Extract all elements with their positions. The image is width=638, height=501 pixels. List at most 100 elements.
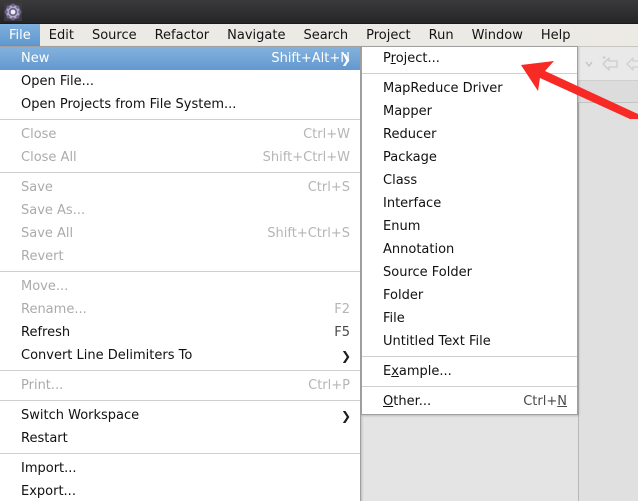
submenu-chevron-icon: ❯	[340, 408, 351, 423]
menu-item-label: Other...	[383, 394, 432, 409]
menu-item-shortcut: Shift+Ctrl+S	[267, 226, 350, 241]
gear-icon	[4, 3, 22, 21]
menubar-item-source[interactable]: Source	[83, 24, 146, 46]
eclipse-window: File Edit Source Refactor Navigate Search Proj…	[0, 0, 638, 501]
new-submenu-item-mapreduce-driver[interactable]: MapReduce Driver	[362, 77, 577, 100]
menu-item-label: Save As...	[21, 203, 86, 218]
file-menu-item-save: Save Ctrl+S	[0, 176, 360, 199]
file-menu-item-save-all: Save All Shift+Ctrl+S	[0, 222, 360, 245]
new-submenu-popup: Project... MapReduce Driver Mapper Reducer P…	[361, 46, 578, 415]
new-submenu-item-example[interactable]: Example...	[362, 360, 577, 383]
menu-item-label: Import...	[21, 461, 77, 476]
menu-item-label: Save	[21, 180, 53, 195]
new-submenu-item-package[interactable]: Package	[362, 146, 577, 169]
menu-item-label: Annotation	[383, 242, 455, 257]
menu-item-label: Convert Line Delimiters To	[21, 348, 193, 363]
menu-item-label: Open File...	[21, 74, 95, 89]
file-menu-item-convert-line-delimiters-to[interactable]: Convert Line Delimiters To ❯	[0, 344, 360, 367]
file-menu-item-print: Print... Ctrl+P	[0, 374, 360, 397]
menu-item-label: Rename...	[21, 302, 87, 317]
new-submenu-item-class[interactable]: Class	[362, 169, 577, 192]
menu-item-shortcut: Ctrl+N	[523, 394, 567, 409]
new-submenu-item-project[interactable]: Project...	[362, 47, 577, 70]
menubar-item-run[interactable]: Run	[420, 24, 463, 46]
menu-item-label: Move...	[21, 279, 69, 294]
new-submenu-item-enum[interactable]: Enum	[362, 215, 577, 238]
menu-separator	[0, 370, 360, 371]
menu-item-label: Switch Workspace	[21, 408, 140, 423]
menubar-item-navigate[interactable]: Navigate	[218, 24, 294, 46]
new-submenu-item-other[interactable]: Other... Ctrl+N	[362, 390, 577, 413]
file-menu-item-move: Move...	[0, 275, 360, 298]
file-menu-item-export[interactable]: Export...	[0, 480, 360, 501]
editor-area	[578, 81, 638, 501]
new-submenu-item-file[interactable]: File	[362, 307, 577, 330]
new-submenu-item-folder[interactable]: Folder	[362, 284, 577, 307]
menu-item-shortcut: Ctrl+S	[307, 180, 350, 195]
menu-item-label: Open Projects from File System...	[21, 97, 237, 112]
menu-item-label: Revert	[21, 249, 64, 264]
file-menu-item-restart[interactable]: Restart	[0, 427, 360, 450]
menu-item-label: Source Folder	[383, 265, 472, 280]
menu-separator	[362, 356, 577, 357]
new-submenu-item-source-folder[interactable]: Source Folder	[362, 261, 577, 284]
menu-item-label: File	[383, 311, 405, 326]
new-submenu-item-interface[interactable]: Interface	[362, 192, 577, 215]
menu-separator	[362, 73, 577, 74]
menubar-item-help[interactable]: Help	[532, 24, 580, 46]
menu-item-label: Reducer	[383, 127, 437, 142]
menu-item-label: Export...	[21, 484, 76, 499]
menu-item-shortcut: F2	[334, 302, 350, 317]
menu-separator	[0, 453, 360, 454]
file-menu-item-rename: Rename... F2	[0, 298, 360, 321]
file-menu-item-new[interactable]: New Shift+Alt+N ❯	[0, 47, 360, 70]
new-submenu-item-annotation[interactable]: Annotation	[362, 238, 577, 261]
menu-item-label: Mapper	[383, 104, 433, 119]
menu-separator	[0, 119, 360, 120]
menu-separator	[0, 271, 360, 272]
menu-separator	[0, 172, 360, 173]
forward-arrow-icon[interactable]	[624, 55, 638, 73]
menubar-item-edit[interactable]: Edit	[40, 24, 83, 46]
submenu-chevron-icon: ❯	[340, 348, 351, 363]
file-menu-item-switch-workspace[interactable]: Switch Workspace ❯	[0, 404, 360, 427]
menu-item-label: MapReduce Driver	[383, 81, 503, 96]
file-menu-item-open-projects-from-file-system[interactable]: Open Projects from File System...	[0, 93, 360, 116]
menu-item-label: Close	[21, 127, 57, 142]
menu-item-label: Folder	[383, 288, 424, 303]
dropdown-caret-icon[interactable]	[584, 55, 594, 73]
menubar-item-window[interactable]: Window	[463, 24, 532, 46]
file-menu-item-open-file[interactable]: Open File...	[0, 70, 360, 93]
new-submenu-item-mapper[interactable]: Mapper	[362, 100, 577, 123]
menu-item-label: Save All	[21, 226, 74, 241]
submenu-chevron-icon: ❯	[340, 51, 351, 66]
menu-item-label: Untitled Text File	[383, 334, 491, 349]
file-menu-item-save-as: Save As...	[0, 199, 360, 222]
menu-item-label: Refresh	[21, 325, 71, 340]
file-menu-item-close-all: Close All Shift+Ctrl+W	[0, 146, 360, 169]
file-menu-item-import[interactable]: Import...	[0, 457, 360, 480]
new-submenu-item-reducer[interactable]: Reducer	[362, 123, 577, 146]
menu-item-label: Enum	[383, 219, 421, 234]
file-menu-item-refresh[interactable]: Refresh F5	[0, 321, 360, 344]
menubar-item-refactor[interactable]: Refactor	[146, 24, 219, 46]
menu-separator	[362, 386, 577, 387]
file-menu-item-revert: Revert	[0, 245, 360, 268]
back-arrow-icon[interactable]	[600, 55, 620, 73]
menu-separator	[0, 400, 360, 401]
menu-item-label: Interface	[383, 196, 442, 211]
menu-item-shortcut: Ctrl+W	[303, 127, 350, 142]
menubar-item-file[interactable]: File	[0, 24, 40, 46]
menu-item-label: Example...	[383, 364, 452, 379]
menu-item-label: Package	[383, 150, 437, 165]
menu-item-label: Close All	[21, 150, 77, 165]
file-menu-item-close: Close Ctrl+W	[0, 123, 360, 146]
menu-item-label: Class	[383, 173, 418, 188]
menubar-item-search[interactable]: Search	[294, 24, 357, 46]
menu-item-label: Print...	[21, 378, 64, 393]
new-submenu-item-untitled-text-file[interactable]: Untitled Text File	[362, 330, 577, 353]
menu-item-label: New	[21, 51, 50, 66]
menu-item-shortcut: Ctrl+P	[308, 378, 350, 393]
menu-item-shortcut: Shift+Ctrl+W	[262, 150, 350, 165]
menubar-item-project[interactable]: Project	[357, 24, 419, 46]
